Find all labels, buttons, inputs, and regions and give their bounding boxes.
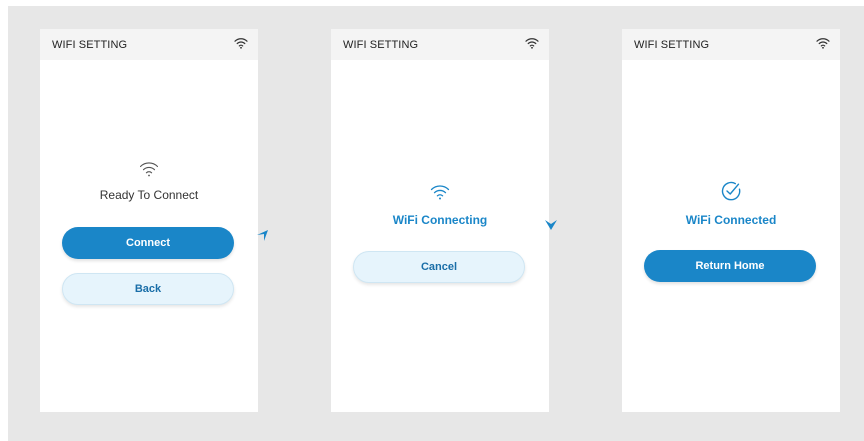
- status-bar: WIFI SETTING: [331, 29, 549, 60]
- status-message: WiFi Connected: [685, 213, 777, 227]
- connect-button[interactable]: Connect: [62, 227, 234, 259]
- status-bar: WIFI SETTING: [40, 29, 258, 60]
- flow-arrow-icon: [257, 230, 268, 241]
- flow-canvas: WIFI SETTING Ready To Connect Connect Ba…: [8, 6, 864, 441]
- flow-arrow-icon: [545, 220, 557, 230]
- status-bar: WIFI SETTING: [622, 29, 840, 60]
- cancel-button[interactable]: Cancel: [353, 251, 525, 283]
- wifi-status-icon: [525, 38, 539, 49]
- back-button[interactable]: Back: [62, 273, 234, 305]
- return-home-button[interactable]: Return Home: [644, 250, 816, 282]
- status-title: WIFI SETTING: [343, 39, 419, 51]
- status-title: WIFI SETTING: [634, 39, 710, 51]
- screen-connecting: WIFI SETTING WiFi Connecting Cancel: [331, 29, 549, 412]
- wifi-icon: [139, 162, 159, 177]
- wifi-status-icon: [234, 38, 248, 49]
- wifi-icon: [430, 185, 450, 200]
- check-circle-icon: [721, 181, 741, 201]
- wifi-status-icon: [816, 38, 830, 49]
- status-message: WiFi Connecting: [392, 213, 488, 227]
- status-message: Ready To Connect: [99, 188, 199, 202]
- status-title: WIFI SETTING: [52, 39, 128, 51]
- screen-ready: WIFI SETTING Ready To Connect Connect Ba…: [40, 29, 258, 412]
- screen-connected: WIFI SETTING WiFi Connected Return Home: [622, 29, 840, 412]
